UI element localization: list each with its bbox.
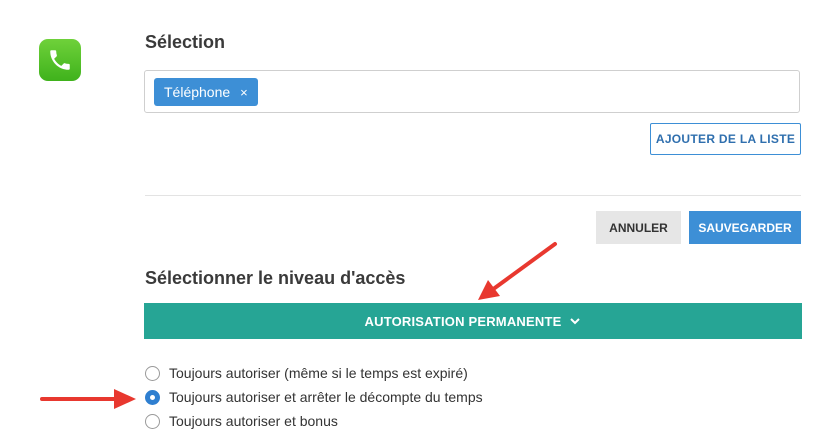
page: Sélection Téléphone × AJOUTER DE LA LIST… [0,0,814,440]
selection-tag-input[interactable]: Téléphone × [144,70,800,113]
access-level-title: Sélectionner le niveau d'accès [145,268,406,288]
tag-label: Téléphone [164,84,231,100]
access-option-allow-stop-timer[interactable]: Toujours autoriser et arrêter le décompt… [145,389,483,405]
annotation-arrow-icon [478,242,557,300]
radio-button-selected[interactable] [145,389,160,405]
chevron-down-icon [570,318,581,325]
phone-app-icon [39,39,81,81]
selection-title: Sélection [145,32,226,52]
access-option-allow-bonus[interactable]: Toujours autoriser et bonus [145,413,338,429]
radio-button[interactable] [145,365,160,381]
divider [145,195,801,196]
tag-telephone: Téléphone × [154,78,258,106]
save-button[interactable]: SAUVEGARDER [689,211,801,244]
access-option-label: Toujours autoriser et arrêter le décompt… [169,389,483,405]
add-from-list-button[interactable]: AJOUTER DE LA LISTE [650,123,801,155]
radio-button[interactable] [145,413,160,429]
access-option-label: Toujours autoriser et bonus [169,413,338,429]
annotation-arrow-icon [40,389,136,409]
phone-icon [50,50,70,70]
cancel-button[interactable]: ANNULER [596,211,681,244]
access-level-dropdown[interactable]: AUTORISATION PERMANENTE [144,303,802,339]
access-option-label: Toujours autoriser (même si le temps est… [169,365,468,381]
tag-remove-icon[interactable]: × [240,85,248,100]
access-option-always-allow[interactable]: Toujours autoriser (même si le temps est… [145,365,468,381]
access-level-dropdown-label: AUTORISATION PERMANENTE [364,313,562,329]
